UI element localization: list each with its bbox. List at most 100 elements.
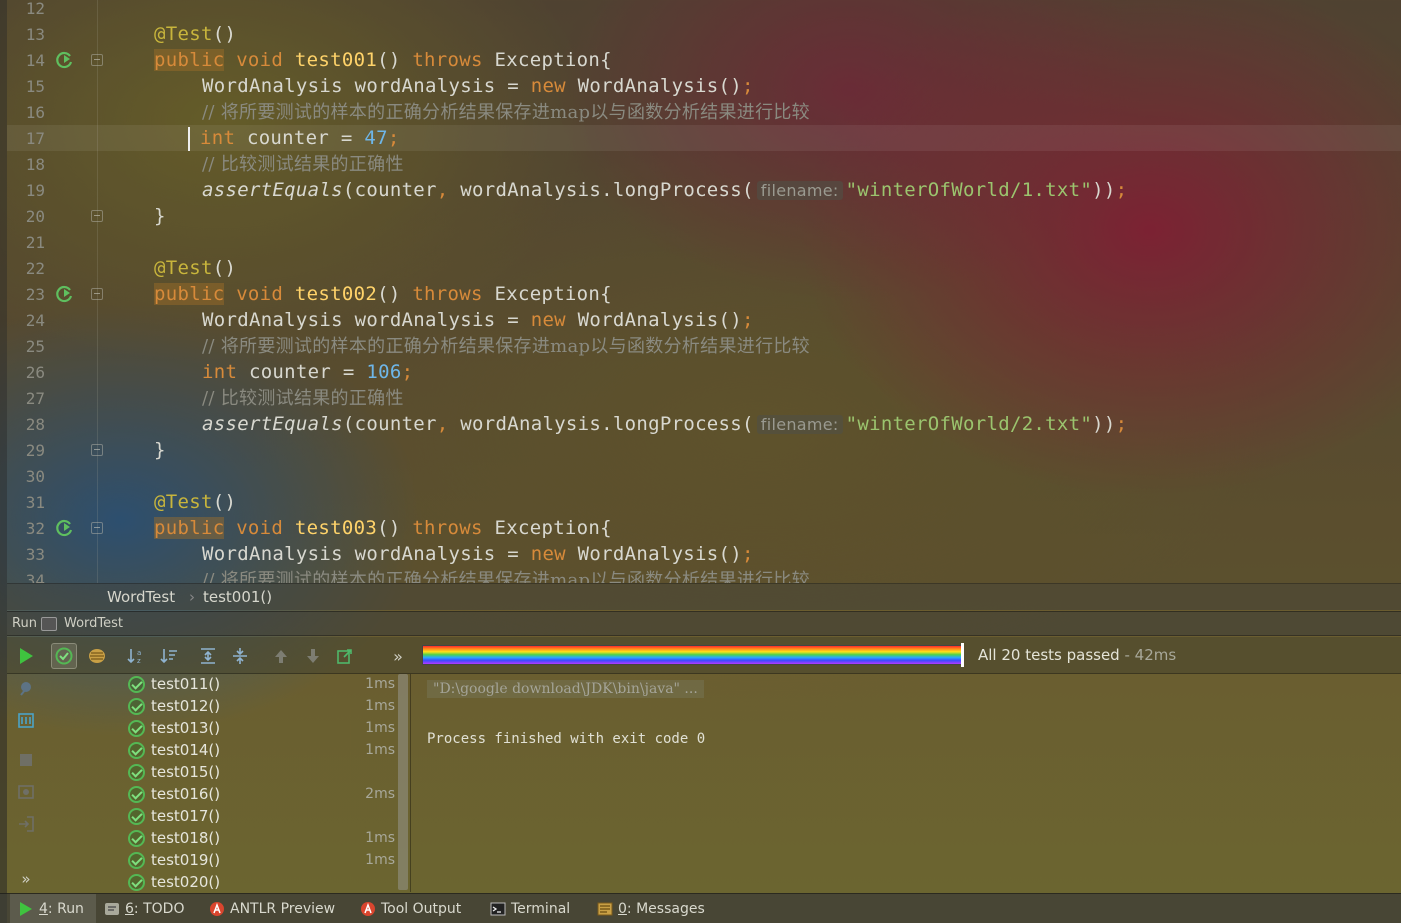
sort-alpha-icon: az <box>127 649 141 665</box>
exit-icon[interactable] <box>17 815 35 833</box>
fold-icon[interactable] <box>91 288 103 300</box>
code-line[interactable]: 27 // 比较测试结果的正确性 <box>7 385 1401 411</box>
code-line[interactable]: 31 @Test() <box>7 489 1401 515</box>
run-test-gutter-icon[interactable] <box>55 284 75 304</box>
todo-icon <box>105 903 119 915</box>
code-line[interactable]: 24 WordAnalysis wordAnalysis = new WordA… <box>7 307 1401 333</box>
dump-threads-icon[interactable] <box>17 783 35 801</box>
breadcrumb-method[interactable]: test001() <box>203 588 272 606</box>
line-number: 29 <box>25 441 45 460</box>
stop-icon[interactable] <box>17 751 35 769</box>
code-line[interactable]: 22 @Test() <box>7 255 1401 281</box>
code-line-current[interactable]: 17 int counter = 47; <box>7 125 1401 151</box>
test-row[interactable]: test015() <box>45 762 397 784</box>
code-text: // 将所要测试的样本的正确分析结果保存进map以与函数分析结果进行比较 <box>202 570 810 583</box>
pin-icon[interactable] <box>17 679 35 697</box>
test-row[interactable]: test014() 1ms <box>45 740 397 762</box>
tool-window-messages[interactable]: 0: Messages <box>597 894 705 923</box>
tool-window-run[interactable]: 4: Run <box>10 894 96 923</box>
more-actions-button[interactable]: » <box>385 643 411 669</box>
code-line[interactable]: 33 WordAnalysis wordAnalysis = new WordA… <box>7 541 1401 567</box>
code-line[interactable]: 16 // 将所要测试的样本的正确分析结果保存进map以与函数分析结果进行比较 <box>7 99 1401 125</box>
test-row[interactable]: test016() 2ms <box>45 784 397 806</box>
test-row[interactable]: test013() 1ms <box>45 718 397 740</box>
line-number: 27 <box>25 389 45 408</box>
rerun-button[interactable] <box>13 643 39 669</box>
test-row[interactable]: test019() 1ms <box>45 850 397 872</box>
next-failed-button[interactable] <box>300 643 326 669</box>
test-progress-bar <box>422 645 964 665</box>
console-command-line[interactable]: "D:\google download\JDK\bin\java" ... <box>427 680 704 698</box>
code-line[interactable]: 14 public void test001() throws Exceptio… <box>7 47 1401 73</box>
code-line[interactable]: 28 assertEquals(counter, wordAnalysis.lo… <box>7 411 1401 437</box>
code-line[interactable]: 21 <box>7 229 1401 255</box>
code-line[interactable]: 18 // 比较测试结果的正确性 <box>7 151 1401 177</box>
line-number: 22 <box>25 259 45 278</box>
antlr-icon <box>361 902 375 916</box>
fold-icon[interactable] <box>91 444 103 456</box>
fold-icon[interactable] <box>91 210 103 222</box>
tests-passed-label: All 20 tests passed <box>978 646 1120 664</box>
fold-icon[interactable] <box>91 522 103 534</box>
test-row[interactable]: test018() 1ms <box>45 828 397 850</box>
code-text: // 将所要测试的样本的正确分析结果保存进map以与函数分析结果进行比较 <box>202 336 810 357</box>
code-line[interactable]: 29 } <box>7 437 1401 463</box>
collapse-all-button[interactable] <box>227 643 253 669</box>
sort-by-duration-button[interactable] <box>156 643 182 669</box>
export-results-button[interactable] <box>332 643 358 669</box>
fold-icon[interactable] <box>91 54 103 66</box>
arrow-down-icon <box>307 649 319 663</box>
tree-scrollbar[interactable] <box>398 674 408 890</box>
parameter-hint: filename: <box>756 181 843 200</box>
test-row[interactable]: test011() 1ms <box>45 674 397 696</box>
show-ignored-toggle[interactable] <box>84 643 110 669</box>
code-line[interactable]: 19 assertEquals(counter, wordAnalysis.lo… <box>7 177 1401 203</box>
test-row[interactable]: test012() 1ms <box>45 696 397 718</box>
show-passed-toggle[interactable] <box>51 643 77 669</box>
code-text: @Test() <box>154 257 237 279</box>
code-line[interactable]: 32 public void test003() throws Exceptio… <box>7 515 1401 541</box>
passed-check-icon <box>128 742 145 759</box>
code-line[interactable]: 12 <box>7 0 1401 21</box>
passed-filter-icon <box>55 647 73 665</box>
tool-window-tool-output[interactable]: Tool Output <box>360 894 461 923</box>
console-output[interactable]: "D:\google download\JDK\bin\java" ... Pr… <box>411 674 1401 892</box>
code-editor[interactable]: 12 13 @Test() 14 public void test001() t… <box>7 0 1401 583</box>
line-number: 30 <box>25 467 45 486</box>
code-text: } <box>154 439 166 461</box>
test-duration: - 42ms <box>1119 646 1177 664</box>
tool-window-terminal[interactable]: Terminal <box>490 894 570 923</box>
line-number: 32 <box>25 519 45 538</box>
progress-bar-end-marker <box>961 643 964 667</box>
code-text: // 将所要测试的样本的正确分析结果保存进map以与函数分析结果进行比较 <box>202 102 810 123</box>
breadcrumb: WordTest › test001() <box>7 583 1401 610</box>
code-line[interactable]: 26 int counter = 106; <box>7 359 1401 385</box>
expand-all-button[interactable] <box>195 643 221 669</box>
test-row[interactable]: test017() <box>45 806 397 828</box>
parameter-hint: filename: <box>756 415 843 434</box>
run-test-gutter-icon[interactable] <box>55 518 75 538</box>
play-icon <box>20 648 33 664</box>
code-line[interactable]: 34 // 将所要测试的样本的正确分析结果保存进map以与函数分析结果进行比较 <box>7 567 1401 583</box>
run-config-tab[interactable]: WordTest <box>64 616 123 631</box>
breadcrumb-class[interactable]: WordTest <box>107 588 175 606</box>
line-number: 14 <box>25 51 45 70</box>
test-row[interactable]: test020() <box>45 872 397 892</box>
run-test-gutter-icon[interactable] <box>55 50 75 70</box>
tool-window-antlr-preview[interactable]: ANTLR Preview <box>209 894 335 923</box>
side-more-button[interactable]: » <box>17 870 35 888</box>
code-line[interactable]: 13 @Test() <box>7 21 1401 47</box>
test-results-tree[interactable]: test011() 1ms test012() 1ms test013() 1ms t… <box>45 674 410 892</box>
previous-failed-button[interactable] <box>268 643 294 669</box>
code-line[interactable]: 20 } <box>7 203 1401 229</box>
code-line[interactable]: 15 WordAnalysis wordAnalysis = new WordA… <box>7 73 1401 99</box>
window-left-edge <box>0 0 7 923</box>
tool-window-todo[interactable]: 6: TODO <box>104 894 184 923</box>
sort-alphabetically-button[interactable]: az <box>123 643 149 669</box>
code-line[interactable]: 23 public void test002() throws Exceptio… <box>7 281 1401 307</box>
code-line[interactable]: 30 <box>7 463 1401 489</box>
terminal-icon <box>490 902 506 916</box>
toggle-auto-test-icon[interactable] <box>17 711 35 729</box>
passed-check-icon <box>128 874 145 891</box>
code-line[interactable]: 25 // 将所要测试的样本的正确分析结果保存进map以与函数分析结果进行比较 <box>7 333 1401 359</box>
